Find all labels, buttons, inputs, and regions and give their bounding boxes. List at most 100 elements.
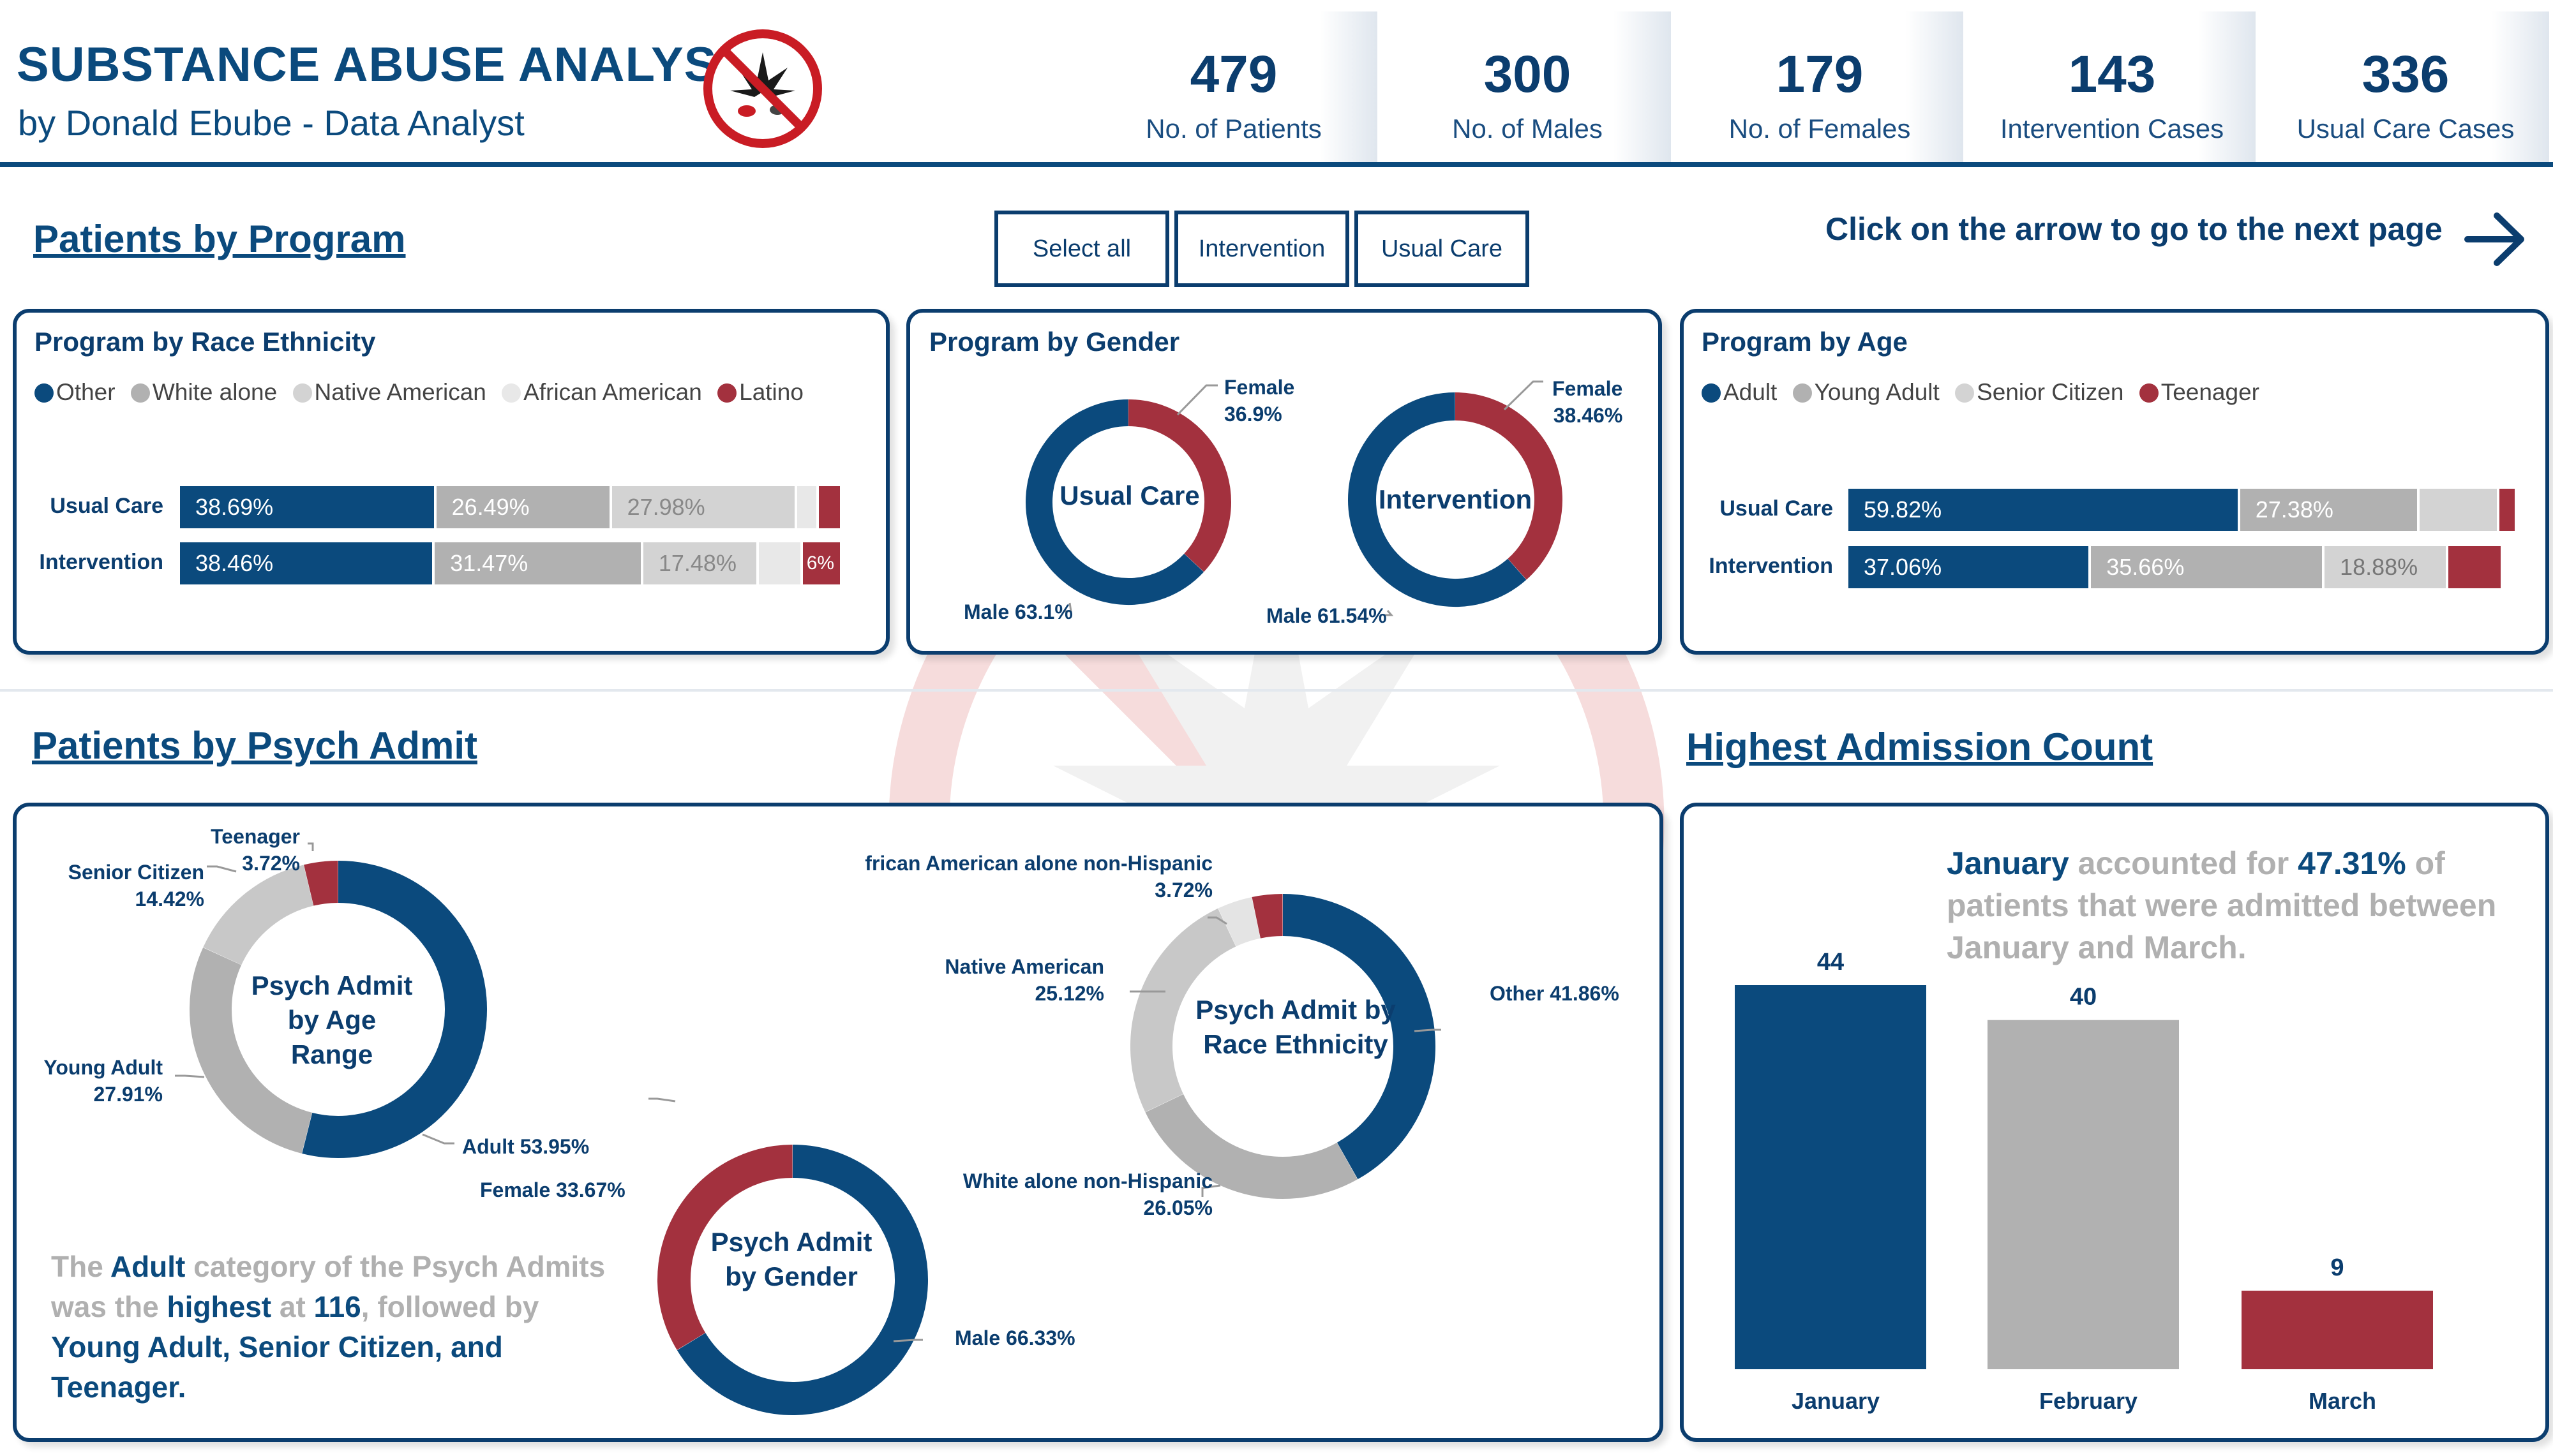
- chart-legend: Adult Young Adult Senior Citizen Teenage…: [1702, 379, 2268, 406]
- kpi-value: 179: [1776, 45, 1864, 103]
- bar[interactable]: [1735, 985, 1926, 1369]
- next-page-hint: Click on the arrow to go to the next pag…: [1825, 211, 2443, 247]
- legend-item: Young Adult: [1792, 379, 1940, 405]
- bar-segment[interactable]: [818, 486, 840, 528]
- legend-label: African American: [523, 379, 702, 405]
- slicer-select-all[interactable]: Select all: [994, 211, 1169, 287]
- slice-label: Female 38.46%: [1552, 377, 1623, 427]
- donut-center-label: Psych Admit by Gender: [710, 1227, 872, 1291]
- bar-category-label: Intervention: [39, 550, 163, 574]
- leader-line: [648, 1097, 676, 1103]
- bar-segment[interactable]: [759, 542, 800, 584]
- donut-center-label: Usual Care: [1059, 480, 1200, 510]
- bar-segment[interactable]: 18.88%: [2325, 546, 2446, 588]
- legend-label: Senior Citizen: [1977, 379, 2124, 405]
- slice-label: Female 33.67%: [480, 1178, 625, 1201]
- leader-line: [893, 1339, 923, 1342]
- bar-segment[interactable]: 35.66%: [2091, 546, 2323, 588]
- bar-value-label: 9: [2330, 1254, 2344, 1281]
- card-program-age: [1680, 309, 2549, 655]
- slice-label: Female 36.9%: [1224, 376, 1295, 426]
- legend-label: Teenager: [2160, 379, 2259, 405]
- slice-label: Other 41.86%: [1490, 982, 1619, 1005]
- legend-item: Latino: [717, 379, 804, 405]
- bar-segment[interactable]: 6%: [802, 542, 840, 584]
- leader-line: [308, 842, 314, 851]
- arrow-right-icon[interactable]: [2464, 204, 2527, 274]
- slice-label: Teenager 3.72%: [211, 825, 300, 875]
- donut-center-label: Psych Admit by Race Ethnicity: [1195, 995, 1396, 1059]
- bar-segment[interactable]: 37.06%: [1848, 546, 2089, 588]
- legend-item: Senior Citizen: [1955, 379, 2123, 405]
- kpi-label: Intervention Cases: [2000, 114, 2224, 144]
- bar-segment[interactable]: 31.47%: [435, 542, 641, 584]
- psych-insight-text: The Adult category of the Psych Admits w…: [51, 1250, 606, 1404]
- slicer-intervention[interactable]: Intervention: [1174, 211, 1349, 287]
- legend-label: Latino: [739, 379, 804, 405]
- legend-label: White alone: [152, 379, 278, 405]
- bar[interactable]: [2242, 1290, 2433, 1369]
- bar-category-label: January: [1792, 1388, 1880, 1414]
- bar-category-label: February: [2039, 1388, 2137, 1414]
- kpi-patients: 479 No. of Patients: [1090, 11, 1377, 162]
- kpi-label: No. of Patients: [1146, 114, 1322, 144]
- kpi-label: Usual Care Cases: [2296, 114, 2515, 144]
- bar-segment[interactable]: 17.48%: [643, 542, 757, 584]
- donut-slice[interactable]: [1218, 897, 1261, 947]
- bar-segment[interactable]: 26.49%: [436, 486, 610, 528]
- leader-line: [1503, 380, 1543, 411]
- slice-label: Native American 25.12%: [945, 955, 1104, 1005]
- donut-slice[interactable]: [1145, 1094, 1358, 1199]
- bar[interactable]: [1988, 1020, 2179, 1369]
- legend-item: Other: [34, 379, 116, 405]
- leader-line: [422, 1133, 454, 1145]
- legend-label: Other: [56, 379, 116, 405]
- kpi-usual-care-cases: 336 Usual Care Cases: [2262, 11, 2549, 162]
- legend-label: Young Adult: [1814, 379, 1940, 405]
- kpi-intervention-cases: 143 Intervention Cases: [1968, 11, 2256, 162]
- bar-category-label: Usual Care: [1719, 496, 1833, 521]
- kpi-label: No. of Males: [1452, 114, 1603, 144]
- donut-center-label: Intervention: [1378, 484, 1532, 514]
- slice-label: Adult 53.95%: [462, 1135, 590, 1158]
- donut-slice[interactable]: [203, 865, 314, 965]
- legend-item: Native American: [292, 379, 486, 405]
- section-title-psych: Patients by Psych Admit: [32, 724, 477, 767]
- bar-segment[interactable]: [797, 486, 816, 528]
- bar-category-label: March: [2309, 1388, 2376, 1414]
- bar-value-label: 40: [2070, 984, 2097, 1011]
- legend-item: White alone: [130, 379, 278, 405]
- dashboard-title: SUBSTANCE ABUSE ANALYSIS: [17, 38, 765, 92]
- slice-label: frican American alone non-Hispanic 3.72%: [865, 852, 1213, 902]
- no-drugs-logo-icon: [703, 29, 822, 148]
- bar-segment[interactable]: 59.82%: [1848, 489, 2238, 531]
- kpi-females: 179 No. of Females: [1676, 11, 1963, 162]
- donut-slice[interactable]: [304, 861, 339, 906]
- kpi-label: No. of Females: [1728, 114, 1911, 144]
- donut-slice[interactable]: [1252, 894, 1284, 939]
- legend-label: Adult: [1723, 379, 1778, 405]
- chart-title: Program by Race Ethnicity: [34, 327, 376, 357]
- legend-item: Teenager: [2139, 379, 2259, 405]
- bar-segment[interactable]: 27.98%: [611, 486, 795, 528]
- bar-segment[interactable]: 38.46%: [180, 542, 433, 584]
- kpi-value: 479: [1190, 45, 1278, 103]
- leader-line: [1176, 384, 1218, 416]
- bar-value-label: 44: [1817, 949, 1844, 976]
- section-title-admission: Highest Admission Count: [1686, 725, 2153, 768]
- section-divider: [0, 689, 2553, 692]
- card-program-race: [13, 309, 890, 655]
- slicer-usual-care[interactable]: Usual Care: [1354, 211, 1529, 287]
- kpi-males: 300 No. of Males: [1384, 11, 1671, 162]
- kpi-value: 336: [2362, 45, 2450, 103]
- bar-segment[interactable]: 27.38%: [2240, 489, 2417, 531]
- bar-category-label: Usual Care: [50, 494, 163, 518]
- bar-segment[interactable]: [2448, 546, 2501, 588]
- legend-label: Native American: [314, 379, 486, 405]
- slice-label: Male 63.1%: [964, 600, 1073, 623]
- bar-segment[interactable]: [2419, 489, 2497, 531]
- bar-segment[interactable]: [2499, 489, 2515, 531]
- donut-center-label: Psych Admit by Age Range: [251, 970, 413, 1069]
- kpi-value: 300: [1483, 45, 1571, 103]
- bar-segment[interactable]: 38.69%: [180, 486, 434, 528]
